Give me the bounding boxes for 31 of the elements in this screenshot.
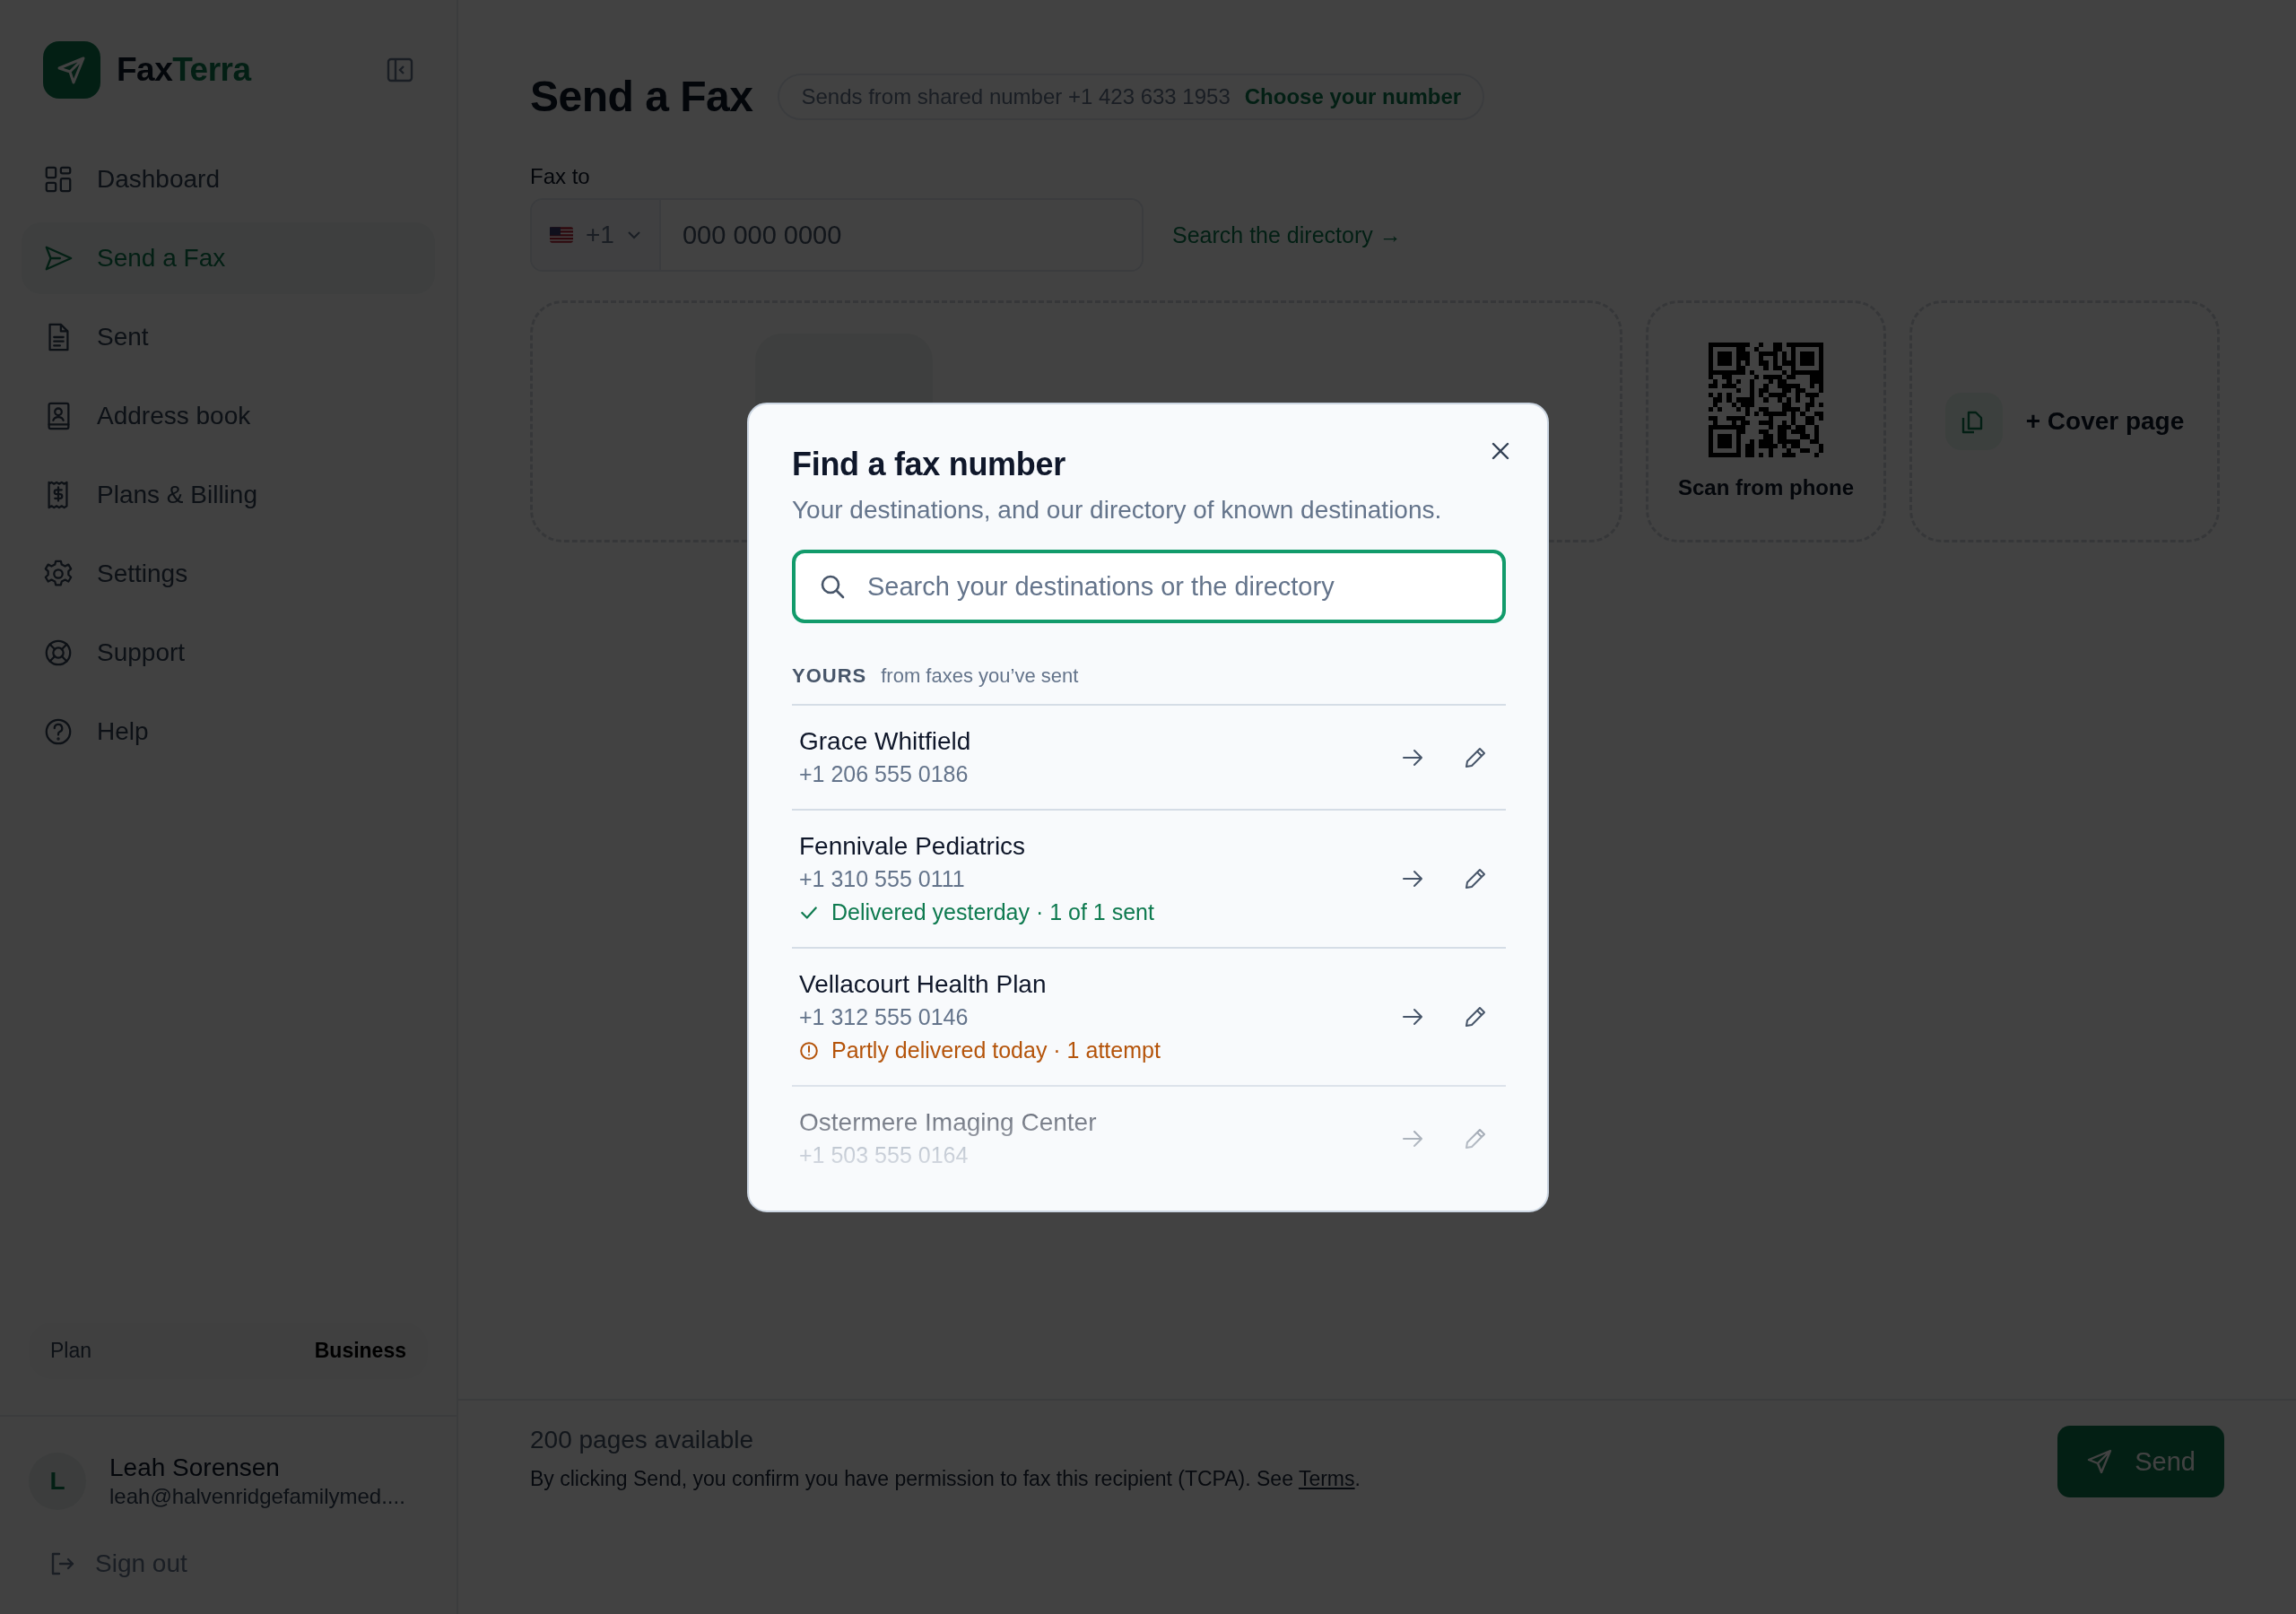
brand-name: FaxTerra bbox=[117, 51, 251, 89]
destination-row[interactable]: Grace Whitfield +1 206 555 0186 bbox=[792, 706, 1506, 811]
warning-icon bbox=[799, 1040, 819, 1061]
destination-name: Ostermere Imaging Center bbox=[799, 1108, 1098, 1137]
cover-page-label: + Cover page bbox=[2025, 407, 2185, 436]
destination-number: +1 310 555 0111 bbox=[799, 866, 966, 892]
consent-text: By clicking Send, you confirm you have permission to fax this recipient (TCPA). See Terms. bbox=[530, 1467, 1361, 1491]
delivery-status: Partly delivered today · 1 attempt bbox=[831, 1037, 1161, 1063]
destination-number: +1 206 555 0186 bbox=[799, 761, 970, 787]
plan-name: Business bbox=[314, 1339, 406, 1363]
close-icon[interactable] bbox=[1490, 440, 1511, 462]
destination-row[interactable]: Fennivale Pediatrics +1 310 555 0111 Delivered yesterday · 1 of 1 sent bbox=[792, 811, 1506, 949]
destination-row[interactable]: Vellacourt Health Plan +1 312 555 0146 Partly delivered today · 1 attempt bbox=[792, 949, 1506, 1087]
section-label: YOURS bbox=[792, 664, 867, 688]
edit-icon[interactable] bbox=[1463, 1004, 1488, 1029]
dialog-title: Find a fax number bbox=[792, 446, 1065, 483]
field-label: Fax to bbox=[530, 164, 591, 189]
page-title: Send a Fax bbox=[530, 72, 753, 121]
search-input[interactable]: Search your destinations or the directory bbox=[865, 570, 1479, 603]
destination-name: Fennivale Pediatrics bbox=[799, 832, 1027, 861]
section-note: from faxes you’ve sent bbox=[881, 664, 1079, 688]
search-icon bbox=[819, 573, 846, 600]
destination-name: Grace Whitfield bbox=[799, 727, 972, 756]
scan-label: Scan from phone bbox=[1678, 475, 1854, 500]
destination-number: +1 312 555 0146 bbox=[799, 1004, 970, 1030]
user-name: Leah Sorensen bbox=[109, 1453, 281, 1482]
destination-name: Vellacourt Health Plan bbox=[799, 970, 1048, 999]
edit-icon[interactable] bbox=[1463, 866, 1488, 891]
delivery-status: Delivered yesterday · 1 of 1 sent bbox=[831, 899, 1154, 925]
search-field[interactable]: Search your destinations or the directory bbox=[792, 550, 1506, 623]
dialog-subtitle: Your destinations, and our directory of known destinations. bbox=[792, 496, 1443, 525]
